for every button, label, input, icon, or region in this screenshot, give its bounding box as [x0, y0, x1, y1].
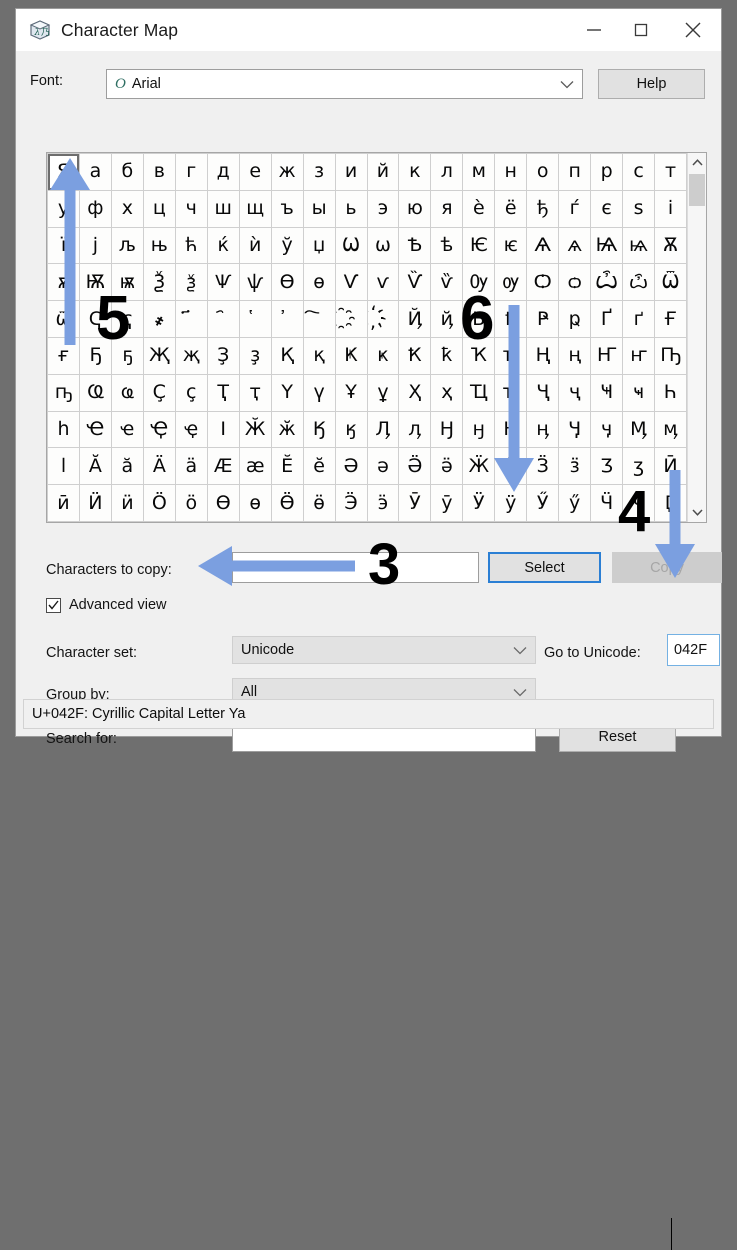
annotation-arrow-3	[198, 546, 355, 586]
annotation-number-6: 6	[460, 284, 495, 353]
annotation-arrows	[50, 158, 695, 586]
annotation-number-3: 3	[368, 532, 401, 597]
annotation-number-4: 4	[618, 479, 651, 544]
text-caret	[671, 1218, 672, 1250]
annotation-arrow-5	[50, 158, 90, 345]
annotation-arrow-4	[655, 470, 695, 578]
annotation-arrow-6	[494, 305, 534, 492]
annotation-number-5: 5	[96, 284, 131, 353]
